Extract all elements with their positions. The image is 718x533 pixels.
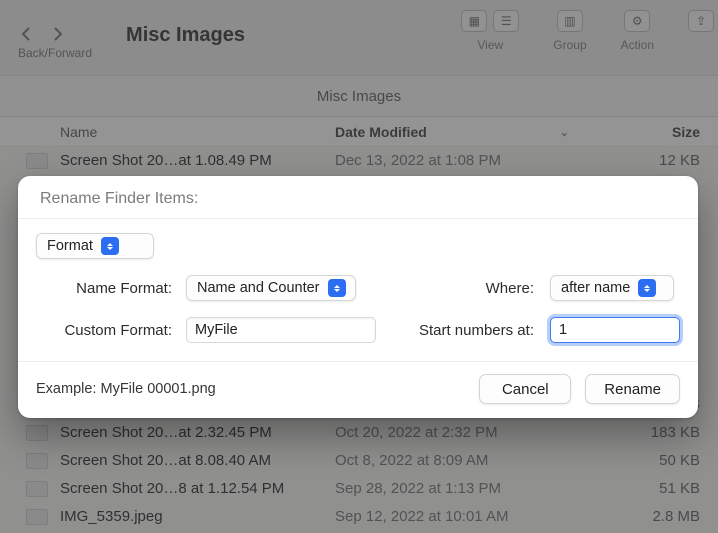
view-icon-list[interactable]: ☰ (493, 10, 519, 32)
toolbar-group-label: Group (553, 38, 586, 52)
where-label: Where: (386, 280, 540, 297)
file-date: Dec 13, 2022 at 1:08 PM (335, 152, 585, 169)
custom-format-label: Custom Format: (36, 322, 176, 339)
table-row[interactable]: IMG_5359.jpeg Sep 12, 2022 at 10:01 AM 2… (0, 503, 718, 531)
name-format-select[interactable]: Name and Counter (186, 275, 356, 301)
file-size: 50 KB (585, 452, 718, 469)
select-stepper-icon (328, 279, 346, 297)
dialog-title: Rename Finder Items: (36, 190, 680, 218)
file-name: Screen Shot 20…at 8.08.40 AM (60, 452, 335, 469)
select-stepper-icon (101, 237, 119, 255)
file-date: Sep 12, 2022 at 10:01 AM (335, 508, 585, 525)
name-format-label: Name Format: (36, 280, 176, 297)
table-row[interactable]: Screen Shot 20…at 8.08.40 AM Oct 8, 2022… (0, 447, 718, 475)
toolbar-view-group: ▦ ☰ View (461, 10, 519, 52)
custom-format-input[interactable] (186, 317, 376, 343)
group-icon[interactable]: ▥ (557, 10, 583, 32)
file-date: Oct 20, 2022 at 2:32 PM (335, 424, 585, 441)
finder-toolbar: Back/Forward Misc Images ▦ ☰ View ▥ Grou… (0, 0, 718, 75)
column-headers: Name Date Modified ⌄ Size (0, 117, 718, 147)
table-row[interactable]: Screen Shot 20…at 1.08.49 PM Dec 13, 202… (0, 147, 718, 175)
example-value: MyFile 00001.png (100, 381, 215, 397)
table-row[interactable]: Screen Shot 20…at 2.32.45 PM Oct 20, 202… (0, 419, 718, 447)
file-date: Sep 28, 2022 at 1:13 PM (335, 480, 585, 497)
rename-dialog: Rename Finder Items: Format Name Format:… (18, 176, 698, 418)
file-name: IMG_5359.jpeg (60, 508, 335, 525)
file-size: 12 KB (585, 152, 718, 169)
example-text: Example: MyFile 00001.png (36, 381, 465, 397)
name-format-value: Name and Counter (197, 280, 320, 296)
where-value: after name (561, 280, 630, 296)
file-name: Screen Shot 20…8 at 1.12.54 PM (60, 480, 335, 497)
file-name: Screen Shot 20…at 2.32.45 PM (60, 424, 335, 441)
nav-forward-button[interactable] (44, 22, 72, 46)
select-stepper-icon (638, 279, 656, 297)
tab-misc-images[interactable]: Misc Images (317, 88, 401, 105)
rename-mode-value: Format (47, 238, 93, 254)
nav-back-forward-label: Back/Forward (18, 46, 92, 66)
file-size: 183 KB (585, 424, 718, 441)
file-thumbnail-icon (26, 509, 48, 525)
chevron-left-icon (20, 27, 32, 41)
toolbar-action-label: Action (621, 38, 654, 52)
file-size: 2.8 MB (585, 508, 718, 525)
file-thumbnail-icon (26, 453, 48, 469)
toolbar-group-group: ▥ Group (553, 10, 586, 52)
rename-mode-select[interactable]: Format (36, 233, 154, 259)
where-select[interactable]: after name (550, 275, 674, 301)
rename-button[interactable]: Rename (585, 374, 680, 404)
column-header-date-label: Date Modified (335, 124, 427, 140)
chevron-right-icon (52, 27, 64, 41)
rename-button-label: Rename (604, 381, 661, 398)
action-gear-icon[interactable]: ⚙ (624, 10, 650, 32)
cancel-button-label: Cancel (502, 381, 549, 398)
file-size: 51 KB (585, 480, 718, 497)
column-header-date[interactable]: Date Modified ⌄ (335, 124, 585, 140)
table-row[interactable]: Screen Shot 20…8 at 1.12.54 PM Sep 28, 2… (0, 475, 718, 503)
share-icon[interactable]: ⇪ (688, 10, 714, 32)
toolbar-view-label: View (477, 38, 503, 52)
cancel-button[interactable]: Cancel (479, 374, 571, 404)
window-title: Misc Images (126, 24, 245, 47)
file-thumbnail-icon (26, 481, 48, 497)
view-icon-grid[interactable]: ▦ (461, 10, 487, 32)
file-name: Screen Shot 20…at 1.08.49 PM (60, 152, 335, 169)
toolbar-action-group: ⚙ Action (621, 10, 654, 52)
column-header-size[interactable]: Size (585, 124, 718, 140)
nav-back-button[interactable] (12, 22, 40, 46)
column-header-name[interactable]: Name (0, 124, 335, 140)
start-numbers-label: Start numbers at: (386, 322, 540, 339)
toolbar-extra-label (699, 38, 702, 52)
divider (18, 218, 698, 219)
toolbar-extra-group: ⇪ (688, 10, 714, 52)
file-thumbnail-icon (26, 153, 48, 169)
file-date: Oct 8, 2022 at 8:09 AM (335, 452, 585, 469)
start-numbers-input[interactable] (550, 317, 680, 343)
example-prefix: Example: (36, 381, 100, 397)
file-thumbnail-icon (26, 425, 48, 441)
sort-chevron-down-icon: ⌄ (560, 126, 569, 139)
finder-tabbar[interactable]: Misc Images (0, 75, 718, 117)
